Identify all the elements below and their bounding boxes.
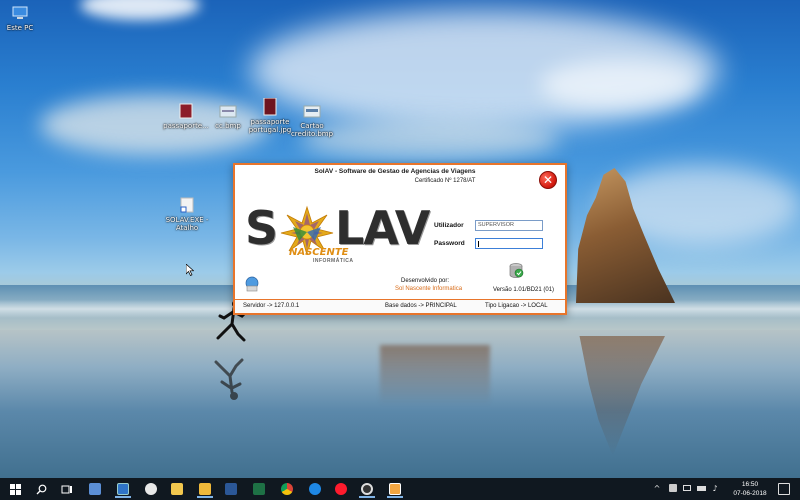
close-button[interactable]: ✕	[539, 171, 557, 189]
opera-icon	[335, 483, 347, 495]
close-icon: ✕	[542, 173, 554, 187]
taskbar-word[interactable]	[220, 480, 242, 498]
bitmap-file-icon	[219, 105, 237, 118]
edge-icon	[309, 483, 321, 495]
status-bar: Servidor -> 127.0.0.1 Base dados -> PRIN…	[235, 299, 565, 313]
logo-letters-lav: LAV	[335, 201, 430, 255]
word-icon	[225, 483, 237, 495]
image-file-icon	[179, 103, 193, 119]
status-server: Servidor -> 127.0.0.1	[243, 303, 300, 309]
taskbar-chrome[interactable]	[276, 480, 298, 498]
taskbar-wheel-app[interactable]	[356, 480, 378, 498]
start-button[interactable]	[4, 480, 26, 498]
solav-app-icon	[389, 483, 401, 495]
bitmap-file-icon	[303, 105, 321, 118]
tray-chevron-icon[interactable]: ^	[652, 484, 662, 494]
search-icon	[36, 484, 46, 494]
logo-subtitle-small: INFORMÁTICA	[313, 258, 354, 264]
logo-subtitle: NASCENTE	[289, 247, 349, 258]
taskbar-file-explorer[interactable]	[166, 480, 188, 498]
task-view-icon	[61, 485, 72, 493]
desktop-icon-label: Este PC	[6, 24, 34, 32]
clock-date: 07-06-2018	[733, 490, 767, 497]
folder-icon	[171, 483, 183, 495]
taskbar-edge[interactable]	[304, 480, 326, 498]
tray-volume-icon[interactable]: ♪	[710, 484, 720, 494]
database-connect-icon[interactable]	[507, 262, 525, 280]
desktop-icon-solav-shortcut[interactable]: SOLAV.EXE - Atalho	[155, 196, 219, 232]
desktop-icon-this-pc[interactable]: Este PC	[0, 4, 52, 32]
taskbar-clock[interactable]: 16:50 07-06-2018	[730, 480, 770, 498]
certificate-label: Certificado Nº 1278/AT	[414, 178, 476, 184]
image-file-icon	[263, 98, 277, 116]
mouse-cursor-icon	[186, 264, 194, 276]
computer-icon	[12, 6, 28, 19]
username-input[interactable]: SUPERVISOR	[475, 220, 543, 231]
password-input[interactable]	[475, 238, 543, 249]
taskbar-photo-app[interactable]	[140, 480, 162, 498]
cloud	[540, 60, 700, 110]
solav-logo: S LAV NASCENTE INFORMÁTICA	[243, 205, 433, 275]
developer-name: Sol Nascente Informatica	[395, 286, 463, 292]
status-connection-type: Tipo Ligacao -> LOCAL	[485, 303, 548, 309]
clock-time: 16:50	[741, 481, 759, 488]
desktop-icon-label: cc.bmp	[215, 122, 241, 130]
taskbar-people[interactable]	[84, 480, 106, 498]
network-computer-icon	[245, 276, 259, 292]
wheel-icon	[361, 483, 373, 495]
taskbar-solav[interactable]	[384, 480, 406, 498]
excel-icon	[253, 483, 265, 495]
remote-desktop-icon	[117, 483, 129, 495]
taskbar: ^ ♪ 16:50 07-06-2018	[0, 478, 800, 500]
shortcut-file-icon	[180, 197, 194, 213]
chrome-icon	[281, 483, 293, 495]
username-label: Utilizador	[434, 222, 464, 229]
password-label: Password	[434, 240, 465, 247]
task-view-button[interactable]	[56, 480, 78, 498]
people-icon	[89, 483, 101, 495]
taskbar-excel[interactable]	[248, 480, 270, 498]
status-database: Base dados -> PRINCIPAL	[385, 303, 457, 309]
tray-battery-icon[interactable]	[696, 484, 706, 494]
taskbar-opera[interactable]	[330, 480, 352, 498]
search-button[interactable]	[30, 480, 52, 498]
notification-center-icon[interactable]	[778, 483, 790, 495]
desktop-icon-label: Cartao credito.bmp	[290, 122, 334, 138]
windows-logo-icon	[9, 483, 21, 495]
desktop-icon-label: SOLAV.EXE - Atalho	[165, 216, 209, 232]
taskbar-remote-desktop[interactable]	[112, 480, 134, 498]
taskbar-outlook[interactable]	[194, 480, 216, 498]
window-title: SolAV - Software de Gestao de Agencias d…	[314, 168, 476, 175]
tray-network-icon[interactable]	[682, 484, 692, 494]
cloud	[80, 0, 200, 20]
solav-login-window: SolAV - Software de Gestao de Agencias d…	[233, 163, 567, 315]
camera-icon	[145, 483, 157, 495]
tray-app-icon[interactable]	[668, 484, 678, 494]
runner-reflection	[214, 358, 244, 400]
version-label: Versão 1.01/BD21 (01)	[493, 287, 555, 293]
developed-by-label: Desenvolvido por:	[401, 278, 450, 284]
logo-letter-s: S	[245, 201, 278, 255]
desktop-icon-cartao-credito[interactable]: Cartao credito.bmp	[280, 102, 344, 138]
mail-icon	[199, 483, 211, 495]
rock-reflection	[380, 345, 490, 405]
